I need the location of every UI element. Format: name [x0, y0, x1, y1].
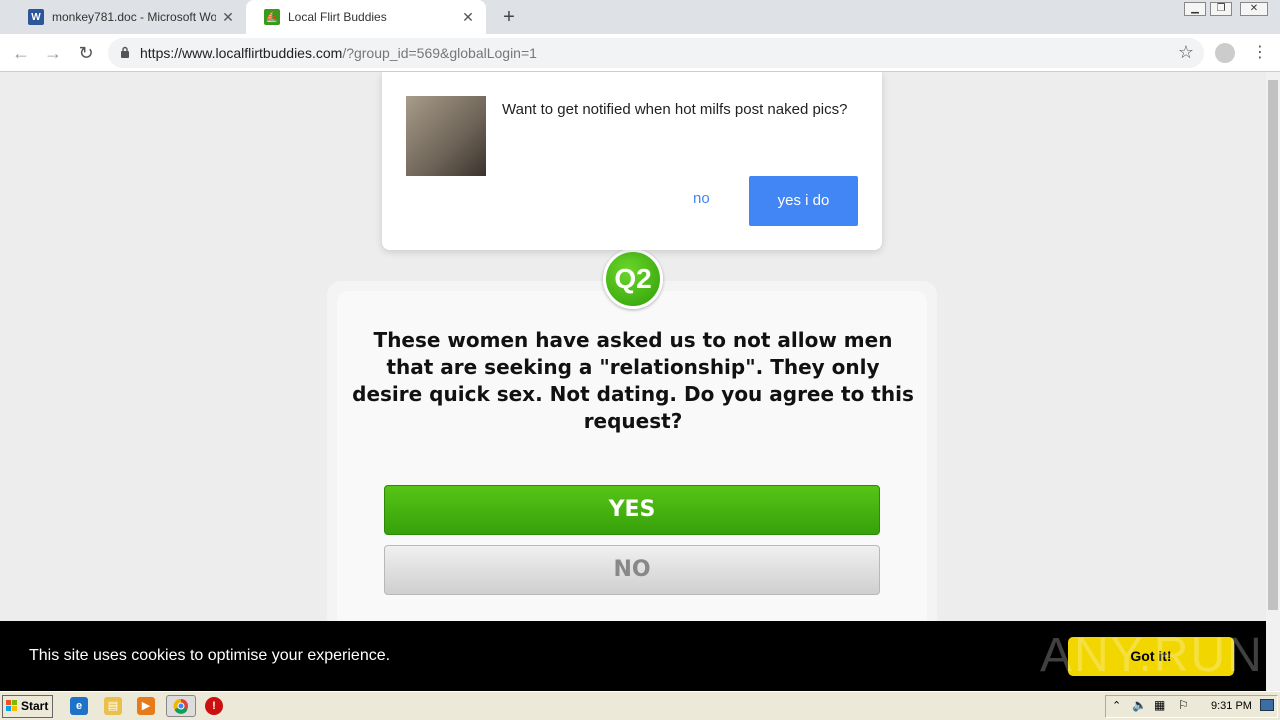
chrome-icon: [173, 698, 188, 714]
volume-icon[interactable]: 🔈: [1132, 698, 1147, 712]
folder-icon[interactable]: ▤: [104, 697, 122, 715]
tab-word-doc[interactable]: W monkey781.doc - Microsoft Word Onl ✕: [10, 0, 246, 34]
tab-label: monkey781.doc - Microsoft Word Onl: [52, 10, 216, 24]
notification-prompt: Want to get notified when hot milfs post…: [382, 72, 882, 250]
browser-toolbar: ← → ↻ https://www.localflirtbuddies.com/…: [0, 34, 1280, 72]
action-center-flag-icon[interactable]: ⚐: [1178, 698, 1189, 712]
clock: 9:31 PM: [1211, 700, 1252, 712]
restore-button[interactable]: ❐: [1210, 2, 1232, 16]
tab-strip: W monkey781.doc - Microsoft Word Onl ✕ ⛵…: [0, 0, 1280, 34]
tray-expand-icon[interactable]: ⌃: [1112, 699, 1121, 712]
start-label: Start: [21, 699, 49, 713]
word-icon: W: [28, 9, 44, 25]
cookie-banner: This site uses cookies to optimise your …: [0, 621, 1266, 691]
anyrun-watermark: ANY.RUN: [1040, 629, 1264, 682]
lock-icon: [121, 46, 129, 58]
yes-button[interactable]: YES: [384, 485, 880, 535]
media-player-icon[interactable]: ▶: [137, 697, 155, 715]
new-tab-button[interactable]: +: [498, 6, 520, 28]
close-window-button[interactable]: ✕: [1240, 2, 1268, 16]
no-button[interactable]: NO: [384, 545, 880, 595]
question-number-badge: Q2: [603, 249, 663, 309]
forward-arrow-icon[interactable]: →: [40, 40, 66, 66]
notification-message: Want to get notified when hot milfs post…: [502, 101, 848, 118]
start-button[interactable]: Start: [2, 695, 53, 718]
opera-icon[interactable]: !: [205, 697, 223, 715]
menu-kebab-icon[interactable]: ⋮: [1252, 42, 1268, 62]
notification-no-button[interactable]: no: [678, 176, 725, 221]
windows-flag-icon: [6, 700, 17, 711]
minimize-button[interactable]: ▁: [1184, 2, 1206, 16]
bookmark-star-icon[interactable]: ☆: [1178, 42, 1194, 63]
tab-close-icon[interactable]: ✕: [216, 9, 240, 26]
chrome-taskbar-button[interactable]: [166, 695, 196, 717]
page-viewport: Q2 These women have asked us to not allo…: [0, 72, 1266, 621]
question-text: These women have asked us to not allow m…: [352, 328, 914, 433]
scrollbar-thumb[interactable]: [1268, 80, 1278, 610]
profile-avatar-icon[interactable]: [1215, 43, 1235, 63]
back-arrow-icon[interactable]: ←: [8, 40, 34, 66]
network-icon[interactable]: ▦: [1154, 698, 1165, 712]
cookie-message: This site uses cookies to optimise your …: [29, 647, 391, 664]
address-bar[interactable]: https://www.localflirtbuddies.com/?group…: [108, 38, 1204, 68]
system-tray: ⌃ 🔈 ▦ ⚐ 9:31 PM: [1105, 695, 1278, 718]
notification-thumbnail: [406, 96, 486, 176]
windows-taskbar: Start e ▤ ▶ ! ⌃ 🔈 ▦ ⚐ 9:31 PM: [0, 691, 1280, 720]
tab-close-icon[interactable]: ✕: [456, 9, 480, 26]
url-text: https://www.localflirtbuddies.com/?group…: [140, 45, 537, 61]
tab-label: Local Flirt Buddies: [288, 10, 387, 24]
show-desktop-icon[interactable]: [1260, 699, 1274, 711]
tab-local-flirt-buddies[interactable]: ⛵ Local Flirt Buddies ✕: [246, 0, 486, 34]
notification-yes-button[interactable]: yes i do: [749, 176, 858, 226]
ie-icon[interactable]: e: [70, 697, 88, 715]
page-scrollbar[interactable]: [1266, 72, 1280, 690]
reload-icon[interactable]: ↻: [73, 40, 99, 66]
site-favicon: ⛵: [264, 9, 280, 25]
